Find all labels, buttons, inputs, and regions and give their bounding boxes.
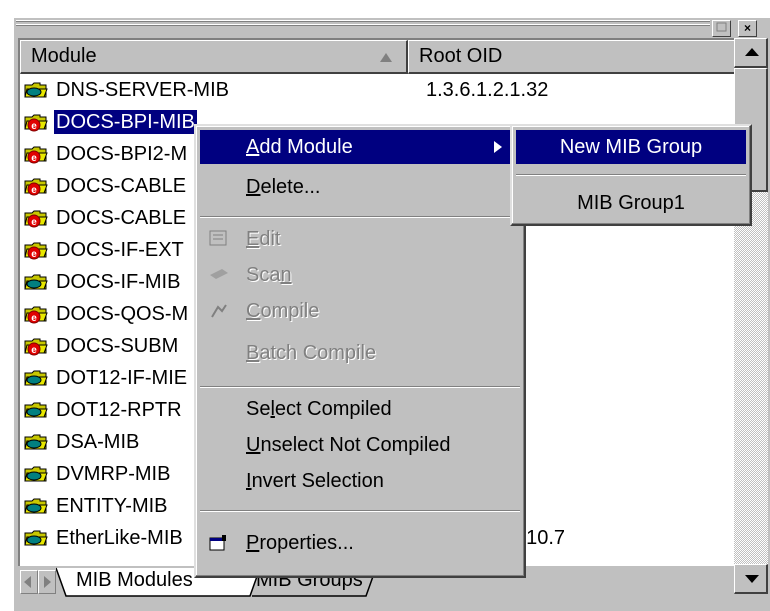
maximize-button[interactable] <box>712 20 731 37</box>
compiled-folder-icon <box>24 82 48 98</box>
uncompiled-folder-icon: e <box>24 178 48 196</box>
module-name: DOCS-BPI2-M <box>56 143 188 165</box>
edit-icon <box>209 230 227 246</box>
svg-text:e: e <box>31 345 37 356</box>
column-header-module-label: Module <box>31 45 97 67</box>
menu-item-add-module[interactable]: Add Module <box>200 130 520 164</box>
menu-item-delete-label: Delete... <box>246 176 321 198</box>
uncompiled-folder-icon: e <box>24 210 48 228</box>
sort-ascending-icon <box>380 53 392 62</box>
svg-text:e: e <box>31 249 37 260</box>
menu-item-batch-compile[interactable]: Batch Compile <box>200 336 520 370</box>
tab-scroll-next-button[interactable] <box>38 570 56 594</box>
close-icon: × <box>743 21 751 35</box>
svg-text:e: e <box>31 121 37 132</box>
root-oid: 1.3.6.1.2.1.32 <box>426 79 549 101</box>
compiled-folder-icon <box>24 370 48 386</box>
uncompiled-folder-icon: e <box>24 146 48 164</box>
module-name: DOCS-IF-MIB <box>56 271 181 293</box>
arrow-up-icon <box>745 48 759 56</box>
menu-item-scan[interactable]: Scan <box>200 258 520 292</box>
menu-item-compile-label: Compile <box>246 300 320 322</box>
module-name: EtherLike-MIB <box>56 527 183 549</box>
menu-separator <box>200 510 520 512</box>
menu-item-batch-compile-label: Batch Compile <box>246 342 377 364</box>
uncompiled-folder-icon: e <box>24 338 48 356</box>
menu-item-select-compiled[interactable]: Select Compiled <box>200 392 520 426</box>
panel-grip[interactable] <box>16 18 710 30</box>
tab-scroll-first-button[interactable] <box>20 570 38 594</box>
column-header-root-oid-label: Root OID <box>419 45 503 67</box>
arrow-down-icon <box>745 575 759 583</box>
tab-mib-modules-label: MIB Modules <box>76 569 193 591</box>
module-name: DSA-MIB <box>56 431 140 453</box>
menu-item-properties[interactable]: Properties... <box>200 526 520 560</box>
svg-text:e: e <box>31 185 37 196</box>
module-name: DOCS-CABLE <box>56 207 187 229</box>
svg-text:e: e <box>31 313 37 324</box>
compiled-folder-icon <box>24 434 48 450</box>
compiled-folder-icon <box>24 498 48 514</box>
menu-item-add-module-label: Add Module <box>246 136 353 158</box>
menu-item-properties-label: Properties... <box>246 532 354 554</box>
menu-item-unselect-not-compiled-label: Unselect Not Compiled <box>246 434 451 456</box>
svg-text:e: e <box>31 217 37 228</box>
properties-icon <box>209 535 226 551</box>
add-module-submenu: New MIB Group MIB Group1 <box>510 124 752 226</box>
compiled-folder-icon <box>24 466 48 482</box>
compile-icon <box>211 304 227 318</box>
submenu-item-new-mib-group[interactable]: New MIB Group <box>516 130 746 164</box>
arrow-left-icon <box>24 576 31 588</box>
table-row[interactable]: DNS-SERVER-MIB 1.3.6.1.2.1.32 <box>20 76 734 105</box>
svg-text:e: e <box>31 153 37 164</box>
module-name: DOT12-RPTR <box>56 399 182 421</box>
menu-separator <box>200 216 520 218</box>
scroll-up-button[interactable] <box>734 38 768 68</box>
vertical-scrollbar[interactable] <box>734 38 768 594</box>
menu-item-invert-selection[interactable]: Invert Selection <box>200 464 520 498</box>
menu-item-compile[interactable]: Compile <box>200 294 520 328</box>
compiled-folder-icon <box>24 274 48 290</box>
submenu-item-mib-group1-label: MIB Group1 <box>577 192 685 214</box>
scroll-down-button[interactable] <box>734 564 768 594</box>
module-name: DOCS-BPI-MIB <box>53 109 198 135</box>
menu-separator <box>200 386 520 388</box>
module-name: DOCS-CABLE <box>56 175 187 197</box>
menu-separator <box>516 174 746 176</box>
submenu-item-mib-group1[interactable]: MIB Group1 <box>516 186 746 220</box>
module-name: DVMRP-MIB <box>56 463 171 485</box>
module-name: DOCS-IF-EXT <box>56 239 184 261</box>
close-button[interactable]: × <box>738 20 757 37</box>
module-name: DOT12-IF-MIE <box>56 367 188 389</box>
module-name: DOCS-QOS-M <box>56 303 189 325</box>
menu-item-select-compiled-label: Select Compiled <box>246 398 392 420</box>
module-name: DOCS-SUBM <box>56 335 179 357</box>
menu-item-edit[interactable]: Edit <box>200 222 520 256</box>
menu-item-unselect-not-compiled[interactable]: Unselect Not Compiled <box>200 428 520 462</box>
module-name: DNS-SERVER-MIB <box>56 79 229 101</box>
compiled-folder-icon <box>24 530 48 546</box>
menu-item-delete[interactable]: Delete... <box>200 170 520 204</box>
tab-mib-modules[interactable]: MIB Modules <box>66 566 203 596</box>
arrow-right-icon <box>44 576 51 588</box>
submenu-item-new-mib-group-label: New MIB Group <box>559 136 703 158</box>
uncompiled-folder-icon: e <box>24 114 48 132</box>
submenu-arrow-icon <box>494 141 502 153</box>
menu-item-scan-label: Scan <box>246 264 292 286</box>
restore-icon <box>716 22 727 32</box>
menu-item-invert-selection-label: Invert Selection <box>246 470 384 492</box>
uncompiled-folder-icon: e <box>24 242 48 260</box>
compiled-folder-icon <box>24 402 48 418</box>
module-name: ENTITY-MIB <box>56 495 168 517</box>
uncompiled-folder-icon: e <box>24 306 48 324</box>
context-menu: Add Module Delete... Edit Scan Compile B… <box>194 124 526 578</box>
column-header-module[interactable]: Module <box>20 40 408 74</box>
menu-item-edit-label: Edit <box>246 228 281 250</box>
column-header-root-oid[interactable]: Root OID <box>408 40 734 74</box>
scan-icon <box>210 269 228 279</box>
